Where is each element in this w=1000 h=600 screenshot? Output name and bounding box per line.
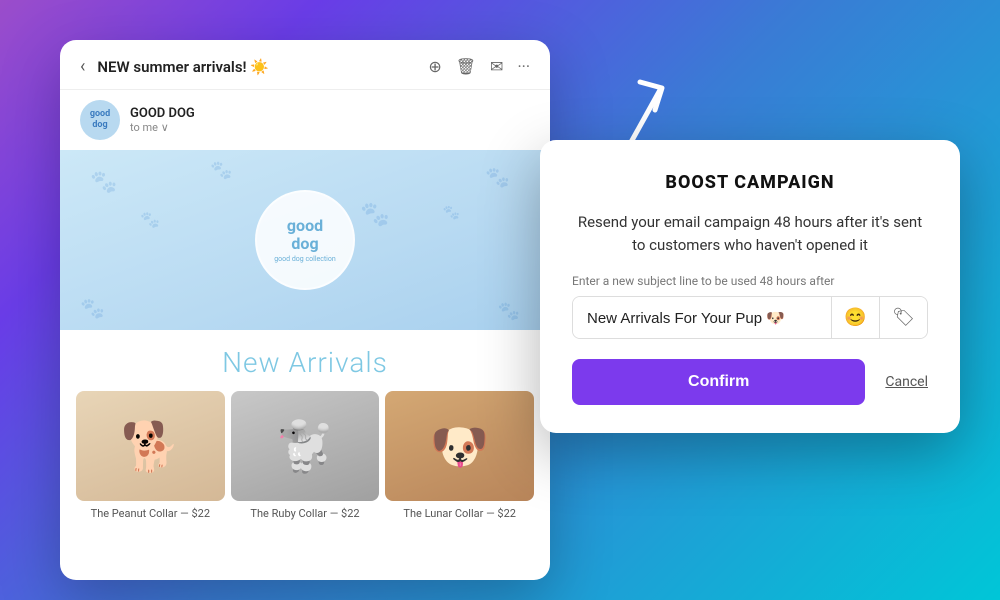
product-item-3: 🐶 The Lunar Collar — $22 [385, 391, 534, 520]
logo-text-line1: good [287, 217, 323, 235]
emoji-picker-button[interactable]: 😊 [831, 297, 879, 338]
boost-campaign-modal: BOOST CAMPAIGN Resend your email campaig… [540, 140, 960, 433]
input-label: Enter a new subject line to be used 48 h… [572, 274, 928, 288]
sender-row: gooddog GOOD DOG to me ∨ [60, 90, 550, 150]
email-header: ‹ NEW summer arrivals! ☀️ ⊕ 🗑 ✉ ··· [60, 40, 550, 90]
modal-description: Resend your email campaign 48 hours afte… [572, 211, 928, 256]
dog-emoji-1: 🐕 [120, 418, 180, 475]
product-item-1: 🐕 The Peanut Collar — $22 [76, 391, 225, 520]
logo-tagline: good dog collection [274, 255, 336, 263]
action-row: Confirm Cancel [572, 359, 928, 405]
product-caption-2: The Ruby Collar — $22 [250, 507, 359, 520]
header-icon-group: ⊕ 🗑 ✉ ··· [428, 57, 530, 76]
avatar: gooddog [80, 100, 120, 140]
paw-icon: 🐾 [360, 200, 390, 228]
new-arrivals-heading: New Arrivals [60, 330, 550, 391]
good-dog-logo: good dog good dog collection [255, 190, 355, 290]
paw-icon: 🐾 [498, 301, 520, 322]
cancel-link[interactable]: Cancel [885, 374, 928, 390]
confirm-button[interactable]: Confirm [572, 359, 865, 405]
emoji-icon: 😊 [844, 307, 866, 328]
paw-icon: 🐾 [80, 296, 105, 320]
paw-icon: 🐾 [140, 210, 160, 229]
back-button[interactable]: ‹ [80, 56, 85, 77]
sender-name: GOOD DOG [130, 106, 195, 121]
more-icon[interactable]: ··· [517, 57, 530, 76]
tag-button[interactable]: 🏷 [879, 297, 927, 338]
tag-icon: 🏷 [892, 307, 915, 328]
email-card: ‹ NEW summer arrivals! ☀️ ⊕ 🗑 ✉ ··· good… [60, 40, 550, 580]
dog-emoji-2: 🐩 [275, 418, 335, 475]
product-image-lunar: 🐶 [385, 391, 534, 501]
product-item-2: 🐩 The Ruby Collar — $22 [231, 391, 380, 520]
add-icon[interactable]: ⊕ [428, 57, 441, 76]
paw-icon: 🐾 [90, 170, 117, 195]
product-caption-1: The Peanut Collar — $22 [91, 507, 210, 520]
mail-icon[interactable]: ✉ [490, 57, 503, 76]
email-banner: 🐾 🐾 🐾 🐾 🐾 🐾 🐾 🐾 good dog good dog collec… [60, 150, 550, 330]
logo-text-line2: dog [291, 235, 318, 253]
subject-input[interactable] [573, 297, 831, 338]
sender-info: GOOD DOG to me ∨ [130, 106, 195, 134]
email-subject: NEW summer arrivals! ☀️ [97, 58, 416, 76]
delete-icon[interactable]: 🗑 [456, 57, 476, 76]
sender-to[interactable]: to me ∨ [130, 121, 195, 134]
paw-icon: 🐾 [485, 165, 510, 189]
dog-emoji-3: 🐶 [430, 418, 490, 475]
paw-icon: 🐾 [210, 160, 232, 181]
product-image-peanut: 🐕 [76, 391, 225, 501]
product-caption-3: The Lunar Collar — $22 [403, 507, 516, 520]
paw-icon: 🐾 [443, 205, 460, 221]
modal-title: BOOST CAMPAIGN [572, 172, 928, 193]
product-image-ruby: 🐩 [231, 391, 380, 501]
product-row: 🐕 The Peanut Collar — $22 🐩 The Ruby Col… [60, 391, 550, 520]
subject-input-row: 😊 🏷 [572, 296, 928, 339]
